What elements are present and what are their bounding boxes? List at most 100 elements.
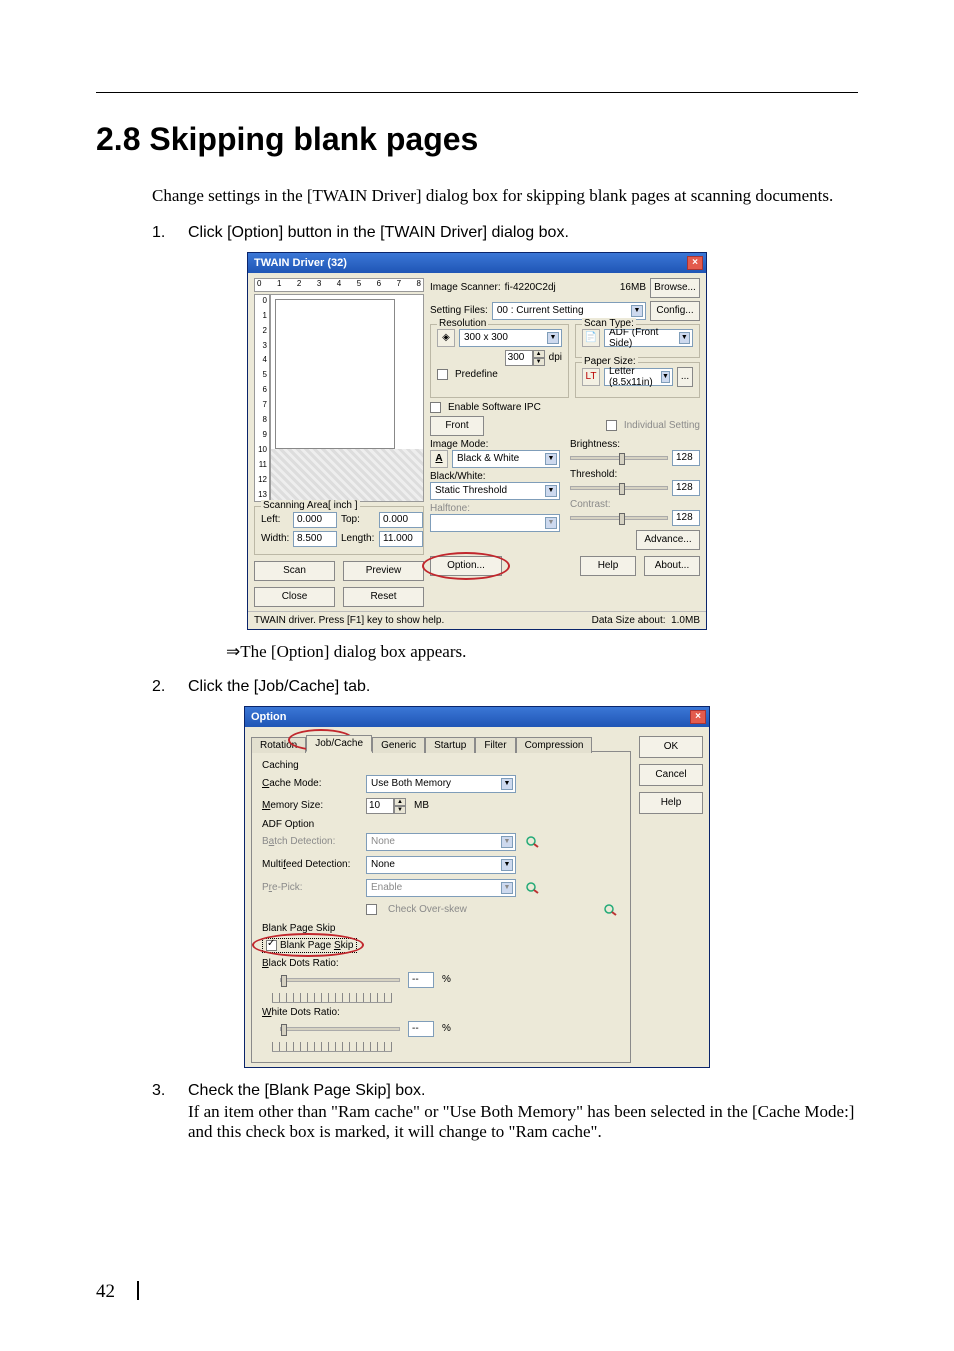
section-heading: 2.8 Skipping blank pages <box>96 121 858 158</box>
black-dots-label: Black Dots Ratio: <box>262 958 620 969</box>
twain-driver-dialog: TWAIN Driver (32) × 012 345 678 012 <box>247 252 707 630</box>
close-button[interactable]: Close <box>254 587 335 607</box>
memory-size-spinner[interactable]: ▲▼ <box>366 798 406 814</box>
white-dots-label: White Dots Ratio: <box>262 1007 620 1018</box>
multifeed-select[interactable]: None▼ <box>366 856 516 874</box>
close-icon[interactable]: × <box>690 710 706 724</box>
browse-button[interactable]: Browse... <box>650 278 700 298</box>
enable-ipc-checkbox[interactable] <box>430 402 441 413</box>
brightness-slider[interactable] <box>570 456 668 460</box>
option-button[interactable]: Option... <box>430 556 502 576</box>
black-dots-value[interactable] <box>408 972 434 988</box>
help-button[interactable]: Help <box>580 556 636 576</box>
paper-size-select[interactable]: Letter (8.5x11in)▼ <box>604 368 673 386</box>
step-2-number: 2. <box>152 678 170 696</box>
percent-unit: % <box>442 1023 451 1034</box>
black-dots-slider[interactable] <box>280 978 400 982</box>
resolution-select[interactable]: 300 x 300▼ <box>459 329 562 347</box>
tick-strip <box>272 993 392 1003</box>
chevron-down-icon: ▼ <box>501 836 513 848</box>
scan-button[interactable]: Scan <box>254 561 335 581</box>
threshold-slider[interactable] <box>570 486 668 490</box>
tab-startup[interactable]: Startup <box>425 737 475 753</box>
step-2-text: Click the [Job/Cache] tab. <box>188 678 858 696</box>
twain-title: TWAIN Driver (32) <box>254 257 347 269</box>
tab-panel: Caching CCache Mode:ache Mode: Use Both … <box>251 751 631 1063</box>
bw-label: Black/White: <box>430 471 560 482</box>
chevron-down-icon: ▼ <box>501 859 513 871</box>
front-button[interactable]: Front <box>430 416 484 436</box>
chevron-down-icon: ▼ <box>545 453 557 465</box>
brightness-value[interactable] <box>672 450 700 466</box>
help-button[interactable]: Help <box>639 792 703 814</box>
cache-mode-label: CCache Mode:ache Mode: <box>262 778 358 789</box>
option-dialog: Option × Rotation Job/Cache Generic Star… <box>244 706 710 1068</box>
dpi-input[interactable] <box>505 350 533 366</box>
image-mode-select[interactable]: Black & White▼ <box>452 450 560 468</box>
width-input[interactable] <box>293 531 337 547</box>
blank-page-skip-label: Blank Page Skip <box>280 940 353 951</box>
magnifier-icon[interactable] <box>602 902 620 918</box>
preview-area[interactable] <box>270 294 424 502</box>
dpi-label: dpi <box>549 352 562 363</box>
preview-button[interactable]: Preview <box>343 561 424 581</box>
prepick-select: Enable▼ <box>366 879 516 897</box>
config-button[interactable]: Config... <box>650 301 700 321</box>
cache-mode-select[interactable]: Use Both Memory▼ <box>366 775 516 793</box>
tab-rotation[interactable]: Rotation <box>251 737 306 753</box>
tab-generic[interactable]: Generic <box>372 737 425 753</box>
length-input[interactable] <box>379 531 423 547</box>
memory-size-input[interactable] <box>366 798 394 814</box>
contrast-label: Contrast: <box>570 499 700 510</box>
white-dots-value[interactable] <box>408 1021 434 1037</box>
advance-button[interactable]: Advance... <box>636 530 700 550</box>
paper-size-more-button[interactable]: ... <box>677 367 693 387</box>
setting-files-label: Setting Files: <box>430 305 488 316</box>
dpi-spinner[interactable]: ▲▼ <box>505 350 545 366</box>
tab-job-cache[interactable]: Job/Cache <box>306 735 372 752</box>
data-size-label: Data Size about: <box>592 615 666 626</box>
about-button[interactable]: About... <box>644 556 700 576</box>
tick-strip <box>272 1042 392 1052</box>
statusbar: TWAIN driver. Press [F1] key to show hel… <box>248 611 706 629</box>
predefine-checkbox[interactable] <box>437 369 448 380</box>
contrast-slider <box>570 516 668 520</box>
white-dots-slider[interactable] <box>280 1027 400 1031</box>
setting-files-value: 00 : Current Setting <box>497 305 584 316</box>
paper-size-legend: Paper Size: <box>582 356 638 367</box>
magnifier-icon[interactable] <box>524 880 542 896</box>
twain-titlebar: TWAIN Driver (32) × <box>248 253 706 273</box>
blank-page-skip-checkbox[interactable]: ✓ <box>266 940 277 951</box>
width-label: Width: <box>261 533 289 544</box>
threshold-value[interactable] <box>672 480 700 496</box>
magnifier-icon[interactable] <box>524 834 542 850</box>
halftone-label: Halftone: <box>430 503 560 514</box>
chevron-down-icon: ▼ <box>545 485 557 497</box>
tab-compression[interactable]: Compression <box>516 737 593 753</box>
left-label: Left: <box>261 514 289 525</box>
ruler-horizontal: 012 345 678 <box>254 278 424 292</box>
chevron-down-icon: ▼ <box>501 882 513 894</box>
ok-button[interactable]: OK <box>639 736 703 758</box>
close-icon[interactable]: × <box>687 256 703 270</box>
percent-unit: % <box>442 974 451 985</box>
reset-button[interactable]: Reset <box>343 587 424 607</box>
step-3-line2: If an item other than "Ram cache" or "Us… <box>188 1102 858 1142</box>
resolution-legend: Resolution <box>437 318 488 329</box>
image-scanner-value: fi-4220C2dj <box>505 282 616 293</box>
threshold-label: Threshold: <box>570 469 700 480</box>
option-titlebar: Option × <box>245 707 709 727</box>
left-input[interactable] <box>293 512 337 528</box>
tabs: Rotation Job/Cache Generic Startup Filte… <box>251 732 631 752</box>
length-label: Length: <box>341 533 375 544</box>
step-1-text: Click [Option] button in the [TWAIN Driv… <box>188 224 858 242</box>
cancel-button[interactable]: Cancel <box>639 764 703 786</box>
bw-select[interactable]: Static Threshold▼ <box>430 482 560 500</box>
tab-filter[interactable]: Filter <box>475 737 515 753</box>
step-1: 1. Click [Option] button in the [TWAIN D… <box>152 224 858 242</box>
scan-type-select[interactable]: ADF (Front Side)▼ <box>604 329 693 347</box>
step-3-line1: Check the [Blank Page Skip] box. <box>188 1082 858 1100</box>
adf-option-legend: ADF Option <box>262 819 620 830</box>
blank-page-skip-legend: Blank Page Skip <box>262 923 620 934</box>
top-input[interactable] <box>379 512 423 528</box>
